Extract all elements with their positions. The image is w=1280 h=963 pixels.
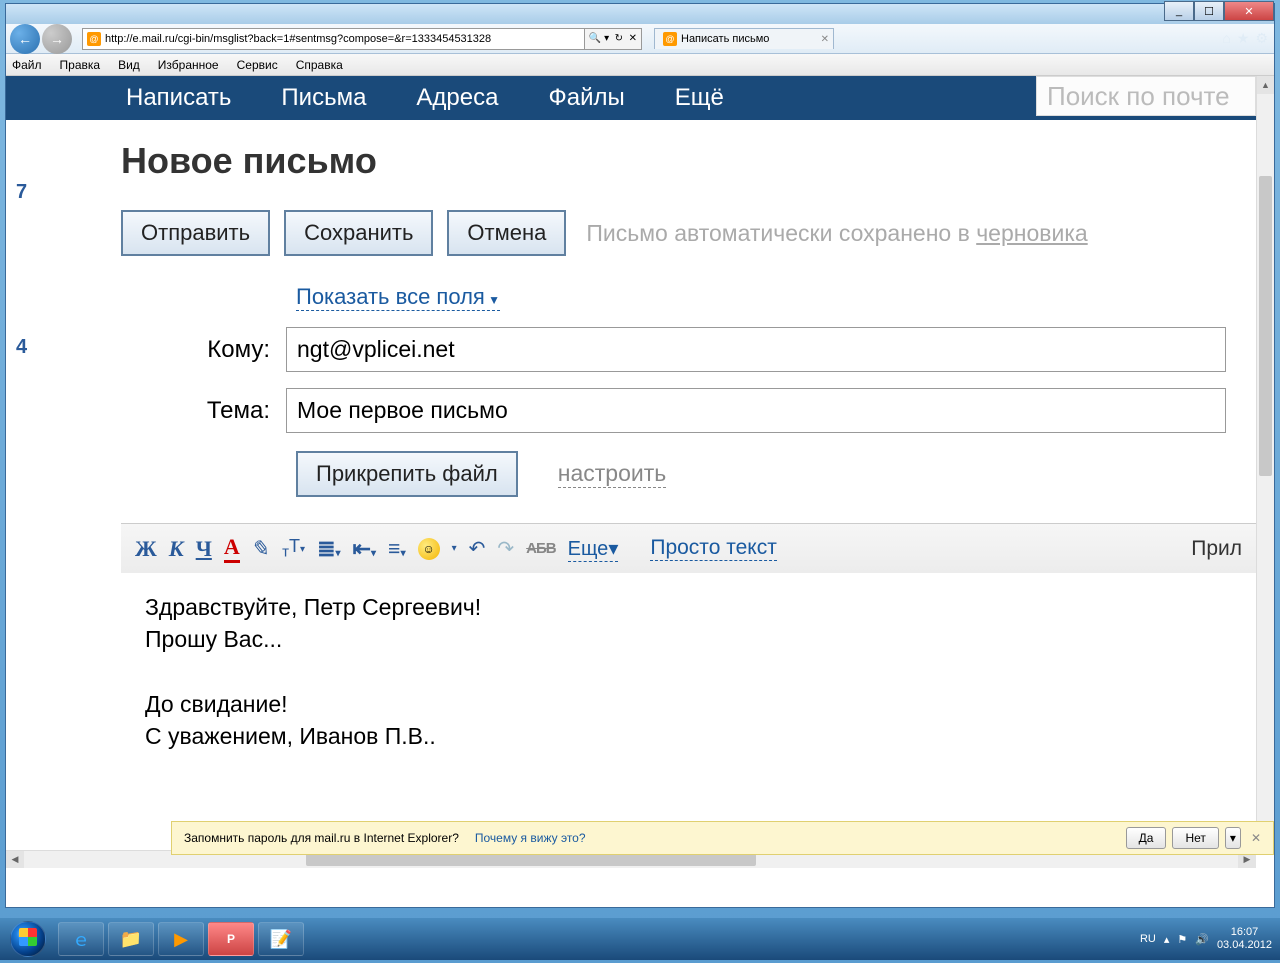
address-bar[interactable]: @ http://e.mail.ru/cgi-bin/msglist?back=… [82,28,585,50]
to-input[interactable]: ngt@vplicei.net [286,327,1226,372]
highlight-button[interactable]: ✎ [249,536,273,562]
browser-tab[interactable]: @ Написать письмо ✕ [654,28,834,49]
browser-menubar: Файл Правка Вид Избранное Сервис Справка [6,54,1274,76]
nav-compose[interactable]: Написать [126,84,231,112]
nav-files[interactable]: Файлы [548,84,624,112]
infobar-dropdown-button[interactable]: ▾ [1225,827,1241,849]
favorites-icon[interactable]: ★ [1237,30,1250,47]
emoji-button[interactable]: ☺ [418,538,440,560]
subject-label: Тема: [121,397,286,425]
infobar-text: Запомнить пароль для mail.ru в Internet … [184,831,459,845]
vertical-scrollbar[interactable]: ▲ ▼ [1256,76,1274,850]
list-button[interactable]: ≡▾ [388,536,406,562]
italic-button[interactable]: К [169,536,184,562]
forward-button[interactable]: → [42,24,72,54]
url-text: http://e.mail.ru/cgi-bin/msglist?back=1#… [105,33,491,45]
font-size-button[interactable]: тT▾ [282,536,305,561]
drafts-link[interactable]: черновика [976,220,1088,246]
password-save-infobar: Запомнить пароль для mail.ru в Internet … [171,821,1274,855]
browser-navbar: ← → @ http://e.mail.ru/cgi-bin/msglist?b… [6,24,1274,54]
favicon-icon: @ [87,32,101,46]
redo-button[interactable]: ↷ [497,536,514,561]
infobar-why-link[interactable]: Почему я вижу это? [475,831,586,845]
taskbar-powerpoint[interactable]: P [208,922,254,956]
taskbar-notepad[interactable]: 📝 [258,922,304,956]
message-body-editor[interactable]: Здравствуйте, Петр Сергеевич! Прошу Вас.… [121,573,1256,770]
scroll-up-icon[interactable]: ▲ [1257,76,1274,94]
scroll-left-icon[interactable]: ◀ [6,851,24,868]
mail-top-nav: Написать Письма Адреса Файлы Ещё Поиск п… [6,76,1256,120]
menu-edit[interactable]: Правка [60,58,101,72]
menu-favorites[interactable]: Избранное [158,58,219,72]
back-button[interactable]: ← [10,24,40,54]
body-line: Здравствуйте, Петр Сергеевич! [145,591,1232,623]
show-all-fields-link[interactable]: Показать все поля [296,284,500,311]
undo-button[interactable]: ↶ [469,536,486,561]
body-line: До свидание! [145,688,1232,720]
scroll-thumb[interactable] [1259,176,1272,476]
page-title: Новое письмо [121,140,1256,182]
tray-flag-icon[interactable]: ⚑ [1177,933,1187,946]
home-icon[interactable]: ⌂ [1222,30,1230,47]
tab-close-icon[interactable]: ✕ [821,34,829,45]
subject-input[interactable]: Мое первое письмо [286,388,1226,433]
toolbar-right-label: Прил [1191,537,1242,561]
tab-title: Написать письмо [681,33,769,45]
body-line: С уважением, Иванов П.В.. [145,720,1232,752]
more-formatting-link[interactable]: Еще▾ [568,536,619,562]
windows-orb-icon [10,921,46,957]
favicon-icon: @ [663,32,677,46]
plain-text-link[interactable]: Просто текст [650,536,776,561]
tray-lang[interactable]: RU [1140,933,1156,945]
configure-link[interactable]: настроить [558,460,666,488]
autosave-hint: Письмо автоматически сохранено в чернови… [586,220,1087,247]
menu-file[interactable]: Файл [12,58,42,72]
attach-file-button[interactable]: Прикрепить файл [296,451,518,497]
nav-more[interactable]: Ещё [675,84,724,112]
page-content: Написать Письма Адреса Файлы Ещё Поиск п… [6,76,1256,850]
tray-up-icon[interactable]: ▴ [1164,933,1170,946]
indent-button[interactable]: ⇤▾ [353,536,376,562]
infobar-no-button[interactable]: Нет [1172,827,1218,849]
url-controls[interactable]: 🔍 ▾ ↻ ✕ [585,28,642,50]
strikethrough-button[interactable]: АБВ [526,540,555,557]
send-button[interactable]: Отправить [121,210,270,256]
windows-taskbar: ｅ 📁 ▶ P 📝 RU ▴ ⚑ 🔊 16:07 03.04.2012 [0,918,1280,960]
taskbar-mediaplayer[interactable]: ▶ [158,922,204,956]
to-label-link[interactable]: Кому: [207,336,270,363]
menu-view[interactable]: Вид [118,58,140,72]
window-titlebar [6,4,1274,24]
window-minimize-button[interactable] [1164,1,1194,21]
save-button[interactable]: Сохранить [284,210,433,256]
underline-button[interactable]: Ч [196,536,212,562]
start-button[interactable] [0,918,56,960]
cancel-button[interactable]: Отмена [447,210,566,256]
infobar-close-icon[interactable]: ✕ [1251,831,1261,845]
sidebar-count-2: 4 [16,336,27,359]
window-maximize-button[interactable] [1194,1,1224,21]
taskbar-ie[interactable]: ｅ [58,922,104,956]
body-line: Прошу Вас... [145,623,1232,655]
sidebar-count-1: 7 [16,181,27,204]
richtext-toolbar: Ж К Ч A ✎ тT▾ ≣▾ ⇤▾ ≡▾ ☺▾ ↶ ↷ АБВ Еще▾ П… [121,523,1256,573]
bold-button[interactable]: Ж [135,536,157,562]
menu-help[interactable]: Справка [296,58,343,72]
text-color-button[interactable]: A [224,534,240,563]
nav-contacts[interactable]: Адреса [416,84,498,112]
align-button[interactable]: ≣▾ [317,536,340,562]
nav-letters[interactable]: Письма [281,84,366,112]
taskbar-explorer[interactable]: 📁 [108,922,154,956]
menu-service[interactable]: Сервис [237,58,278,72]
tray-volume-icon[interactable]: 🔊 [1195,933,1209,946]
tray-clock[interactable]: 16:07 03.04.2012 [1217,926,1272,952]
window-close-button[interactable] [1224,1,1274,21]
infobar-yes-button[interactable]: Да [1126,827,1167,849]
tools-icon[interactable]: ⚙ [1255,30,1268,47]
mail-search-input[interactable]: Поиск по почте [1036,76,1256,116]
